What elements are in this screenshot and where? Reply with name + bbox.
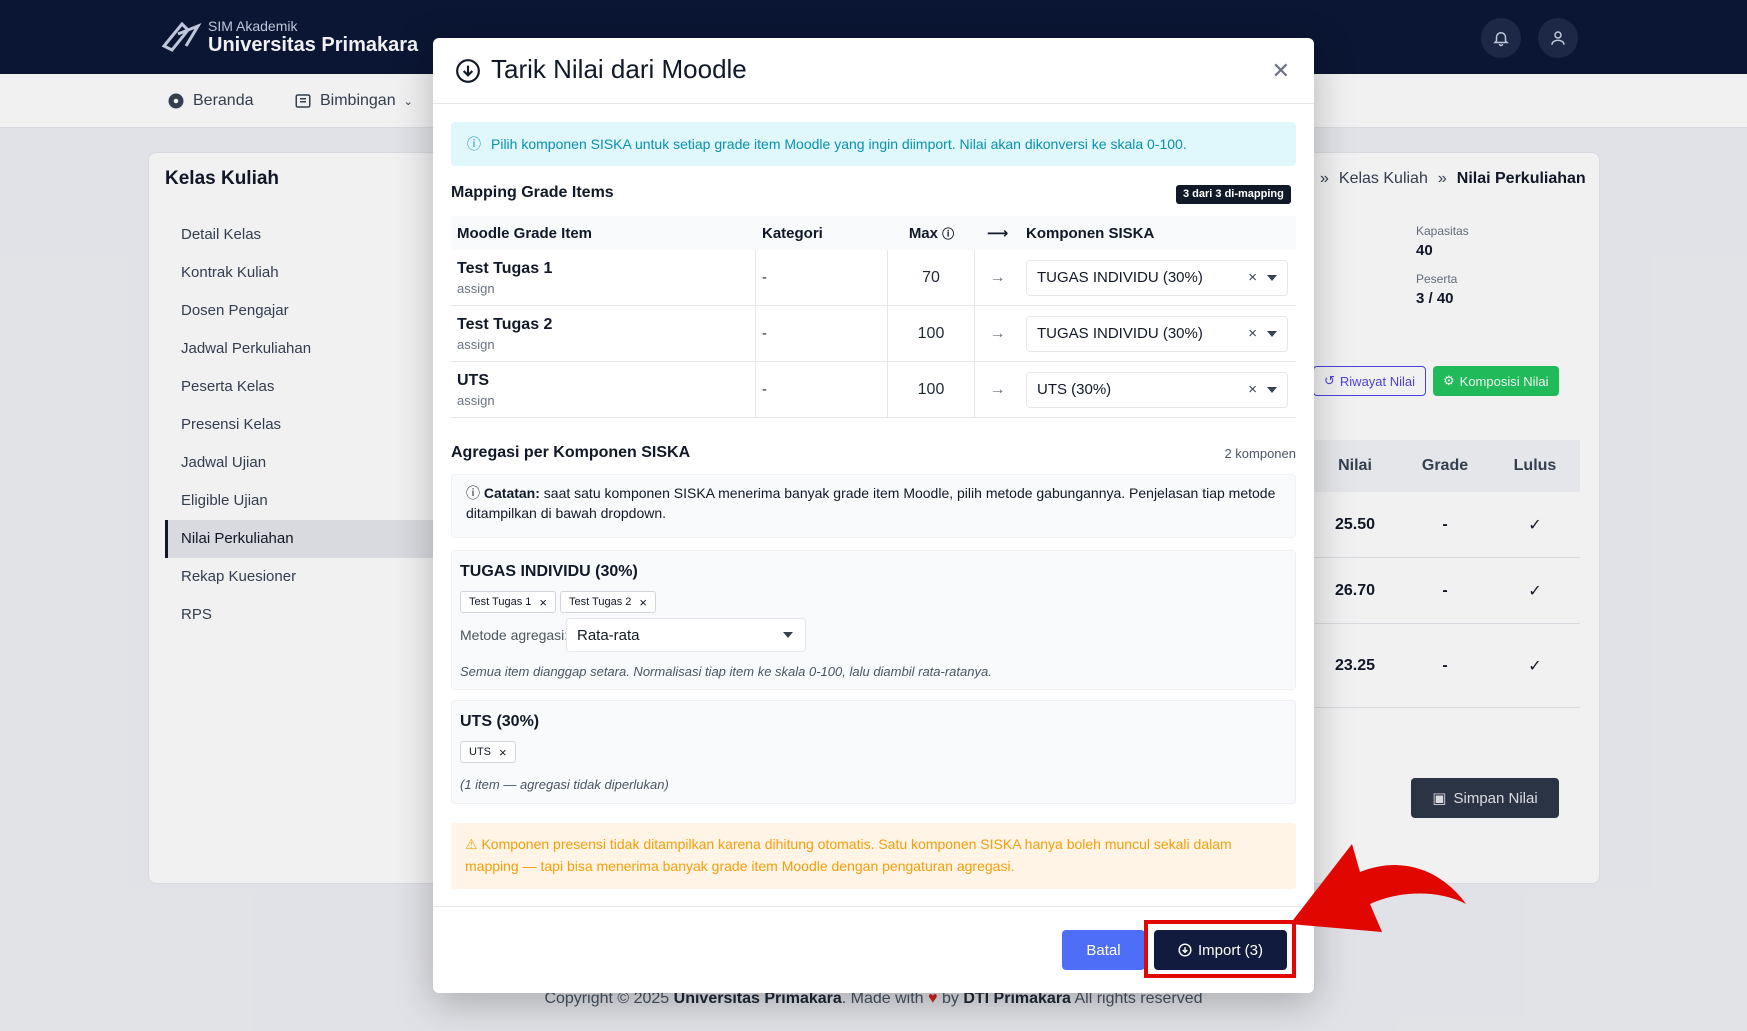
col-moodle-item: Moodle Grade Item: [457, 224, 593, 242]
remove-chip-icon[interactable]: ×: [639, 595, 647, 610]
grade-item-cell: Test Tugas 1 assign: [451, 249, 756, 306]
max-cell: 100: [888, 361, 975, 418]
col-max: Max ⓘ: [888, 225, 975, 242]
pointer-arrow-icon: [1290, 844, 1466, 932]
col-max-label: Max: [908, 224, 938, 242]
arrow-right-icon: →: [989, 268, 1006, 286]
cloud-download-icon: [456, 59, 480, 83]
max-cell: 100: [888, 305, 975, 362]
grade-item-type: assign: [457, 280, 495, 296]
grade-item-name: Test Tugas 1: [457, 259, 553, 277]
col-komponen: Komponen SISKA: [1026, 224, 1155, 242]
clear-icon[interactable]: ×: [1248, 325, 1257, 342]
info-alert: ⓘ Pilih komponen SISKA untuk setiap grad…: [451, 122, 1296, 166]
arrow-right-icon: →: [989, 324, 1006, 342]
grade-item-chip: Test Tugas 1 ×: [460, 591, 556, 613]
caret-down-icon[interactable]: [1267, 274, 1277, 281]
agregasi-group-tugas: TUGAS INDIVIDU (30%) Test Tugas 1 × Test…: [451, 550, 1296, 690]
mapping-table: Moodle Grade Item Kategori Max ⓘ ⟶ Kompo…: [451, 216, 1296, 418]
col-kategori: Kategori: [762, 224, 823, 242]
group-title: UTS (30%): [460, 713, 540, 730]
komponen-select[interactable]: UTS (30%) ×: [1026, 371, 1288, 408]
info-icon: ⓘ: [467, 136, 481, 152]
grade-item-cell: Test Tugas 2 assign: [451, 305, 756, 362]
chip-label: Test Tugas 1: [469, 596, 532, 608]
grade-item-type: assign: [457, 336, 495, 352]
table-row: Test Tugas 1 assign - 70 → TUGAS INDIVID…: [451, 249, 1296, 306]
info-icon[interactable]: ⓘ: [942, 227, 954, 241]
modal-title: Tarik Nilai dari Moodle: [491, 54, 747, 84]
mapping-badge: 3 dari 3 di-mapping: [1176, 185, 1291, 204]
caret-down-icon: [783, 632, 793, 638]
komponen-select[interactable]: TUGAS INDIVIDU (30%) ×: [1026, 315, 1288, 352]
grade-item-chip: UTS ×: [460, 741, 516, 763]
agregasi-title: Agregasi per Komponen SISKA: [451, 444, 691, 461]
komponen-cell: TUGAS INDIVIDU (30%) ×: [1020, 259, 1296, 296]
agregasi-count: 2 komponen: [1224, 446, 1296, 461]
warning-alert: ⚠ Komponen presensi tidak ditampilkan ka…: [451, 823, 1296, 889]
info-icon: ⓘ: [466, 485, 480, 501]
note-bold: Catatan:: [483, 485, 540, 501]
clear-icon[interactable]: ×: [1248, 269, 1257, 286]
metode-value: Rata-rata: [577, 626, 640, 644]
agregasi-group-uts: UTS (30%) UTS × (1 item — agregasi tidak…: [451, 700, 1296, 804]
cancel-button[interactable]: Batal: [1062, 930, 1145, 970]
modal-footer-divider: [433, 906, 1314, 907]
caret-down-icon[interactable]: [1267, 330, 1277, 337]
kategori-cell: -: [756, 305, 888, 362]
note-text: saat satu komponen SISKA menerima banyak…: [466, 485, 1276, 521]
table-row: UTS assign - 100 → UTS (30%) ×: [451, 361, 1296, 418]
kategori-cell: -: [756, 249, 888, 306]
grade-item-name: UTS: [457, 371, 489, 389]
table-row: Test Tugas 2 assign - 100 → TUGAS INDIVI…: [451, 305, 1296, 362]
remove-chip-icon[interactable]: ×: [499, 745, 507, 760]
komponen-cell: TUGAS INDIVIDU (30%) ×: [1020, 315, 1296, 352]
group-description: (1 item — agregasi tidak diperlukan): [460, 777, 669, 792]
group-title: TUGAS INDIVIDU (30%): [460, 563, 638, 580]
caret-down-icon[interactable]: [1267, 386, 1277, 393]
clear-icon[interactable]: ×: [1248, 381, 1257, 398]
grade-item-chip: Test Tugas 2 ×: [560, 591, 656, 613]
metode-agregasi-select[interactable]: Rata-rata: [566, 618, 806, 652]
grade-item-name: Test Tugas 2: [457, 315, 553, 333]
komponen-select-value: TUGAS INDIVIDU (30%): [1037, 325, 1203, 342]
mapping-title: Mapping Grade Items: [451, 184, 614, 201]
modal-header: Tarik Nilai dari Moodle ✕: [433, 38, 1314, 104]
metode-description: Semua item dianggap setara. Normalisasi …: [460, 664, 992, 679]
highlight-box: [1144, 920, 1296, 978]
kategori-cell: -: [756, 361, 888, 418]
moodle-import-modal: Tarik Nilai dari Moodle ✕ ⓘ Pilih kompon…: [433, 38, 1314, 993]
komponen-select-value: TUGAS INDIVIDU (30%): [1037, 269, 1203, 286]
info-text: Pilih komponen SISKA untuk setiap grade …: [491, 136, 1187, 152]
max-cell: 70: [888, 249, 975, 306]
grade-item-cell: UTS assign: [451, 361, 756, 418]
remove-chip-icon[interactable]: ×: [539, 595, 547, 610]
chip-label: Test Tugas 2: [569, 596, 632, 608]
catatan-note: ⓘ Catatan: saat satu komponen SISKA mene…: [451, 474, 1296, 538]
komponen-select-value: UTS (30%): [1037, 381, 1112, 398]
grade-item-type: assign: [457, 392, 495, 408]
warning-text: Komponen presensi tidak ditampilkan kare…: [465, 836, 1232, 874]
metode-label: Metode agregasi:: [460, 627, 569, 643]
col-arrow: ⟶: [986, 225, 1009, 242]
komponen-cell: UTS (30%) ×: [1020, 371, 1296, 408]
warning-icon: ⚠: [465, 836, 478, 852]
komponen-select[interactable]: TUGAS INDIVIDU (30%) ×: [1026, 259, 1288, 296]
mapping-table-header: Moodle Grade Item Kategori Max ⓘ ⟶ Kompo…: [451, 216, 1296, 250]
chip-label: UTS: [469, 746, 491, 758]
close-icon[interactable]: ✕: [1272, 58, 1290, 84]
arrow-right-icon: →: [989, 380, 1006, 398]
